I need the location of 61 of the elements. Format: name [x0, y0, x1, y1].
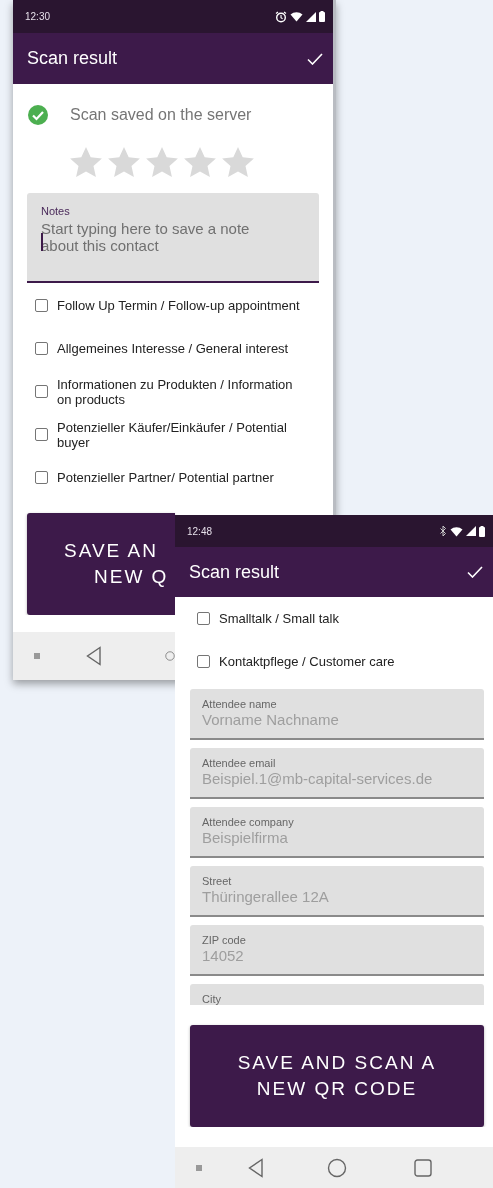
star-icon[interactable]: [145, 146, 179, 178]
check-icon[interactable]: [467, 566, 483, 578]
option-label: Potenzieller Partner/ Potential partner: [57, 470, 274, 485]
checkbox[interactable]: [35, 428, 48, 441]
app-title: Scan result: [189, 561, 280, 583]
star-icon[interactable]: [183, 146, 217, 178]
option-label: Kontaktpflege / Customer care: [219, 654, 395, 669]
text-input[interactable]: Vorname Nachname: [202, 711, 472, 729]
back-icon[interactable]: [246, 1157, 266, 1178]
notes-input[interactable]: Start typing here to save a note about this contact: [41, 220, 279, 256]
bluetooth-icon: [439, 525, 447, 537]
wifi-icon: [450, 525, 463, 537]
checkbox[interactable]: [197, 655, 210, 668]
option-label: Allgemeines Interesse / General interest: [57, 341, 289, 356]
text-field[interactable]: Attendee company Beispielfirma: [190, 807, 484, 858]
field-label: City: [202, 993, 222, 1005]
text-field[interactable]: City: [190, 984, 484, 1005]
checkbox[interactable]: [197, 612, 210, 625]
option-label: Potenzieller Käufer/Einkäufer / Potential buyer: [57, 419, 288, 450]
check-icon[interactable]: [307, 52, 323, 65]
text-field[interactable]: Attendee email Beispiel.1@mb-capital-services.de: [190, 748, 484, 799]
home-icon[interactable]: [327, 1157, 347, 1178]
field-label: Attendee company: [202, 816, 295, 828]
text-input[interactable]: Beispiel.1@mb-capital-services.de: [202, 770, 472, 788]
battery-icon: [319, 11, 325, 22]
square-icon[interactable]: [413, 1158, 433, 1177]
signal-icon: [306, 11, 316, 22]
text-input[interactable]: Thüringerallee 12A: [202, 888, 472, 906]
option-label: Informationen zu Produkten / Information on products: [57, 376, 294, 407]
wifi-icon: [290, 11, 303, 22]
save-scan-button[interactable]: SAVE AND SCAN A NEW QR CODE: [190, 1025, 484, 1127]
check-circle-icon: [28, 105, 48, 125]
back-icon[interactable]: [84, 646, 104, 666]
star-icon[interactable]: [221, 146, 255, 178]
signal-icon: [466, 526, 476, 536]
status-message: Scan saved on the server: [70, 106, 252, 124]
option-label: Follow Up Termin / Follow-up appointment: [57, 298, 300, 313]
checkbox[interactable]: [35, 299, 48, 312]
text-input[interactable]: 14052: [202, 947, 472, 965]
checkbox[interactable]: [35, 385, 48, 398]
app-title: Scan result: [27, 48, 118, 69]
text-input[interactable]: Beispielfirma: [202, 829, 472, 847]
save-scan-button[interactable]: SAVE AN NEW Q: [27, 513, 175, 615]
text-field[interactable]: ZIP code 14052: [190, 925, 484, 976]
text-field[interactable]: Attendee name Vorname Nachname: [190, 689, 484, 740]
star-icon[interactable]: [69, 146, 103, 178]
status-time: 12:48: [187, 525, 213, 537]
alarm-icon: [275, 10, 287, 23]
notes-field[interactable]: Notes Start typing here to save a note about this contact: [27, 193, 319, 283]
status-time: 12:30: [25, 11, 51, 22]
field-label: ZIP code: [202, 934, 247, 946]
field-label: Attendee email: [202, 757, 277, 769]
option-label: Smalltalk / Small talk: [219, 611, 339, 626]
star-icon[interactable]: [107, 146, 141, 178]
checkbox[interactable]: [35, 471, 48, 484]
text-field[interactable]: Street Thüringerallee 12A: [190, 866, 484, 917]
checkbox[interactable]: [35, 342, 48, 355]
field-label: Street: [202, 875, 233, 887]
field-label: Attendee name: [202, 698, 278, 710]
battery-icon: [479, 525, 485, 537]
field-label: Notes: [41, 205, 71, 217]
